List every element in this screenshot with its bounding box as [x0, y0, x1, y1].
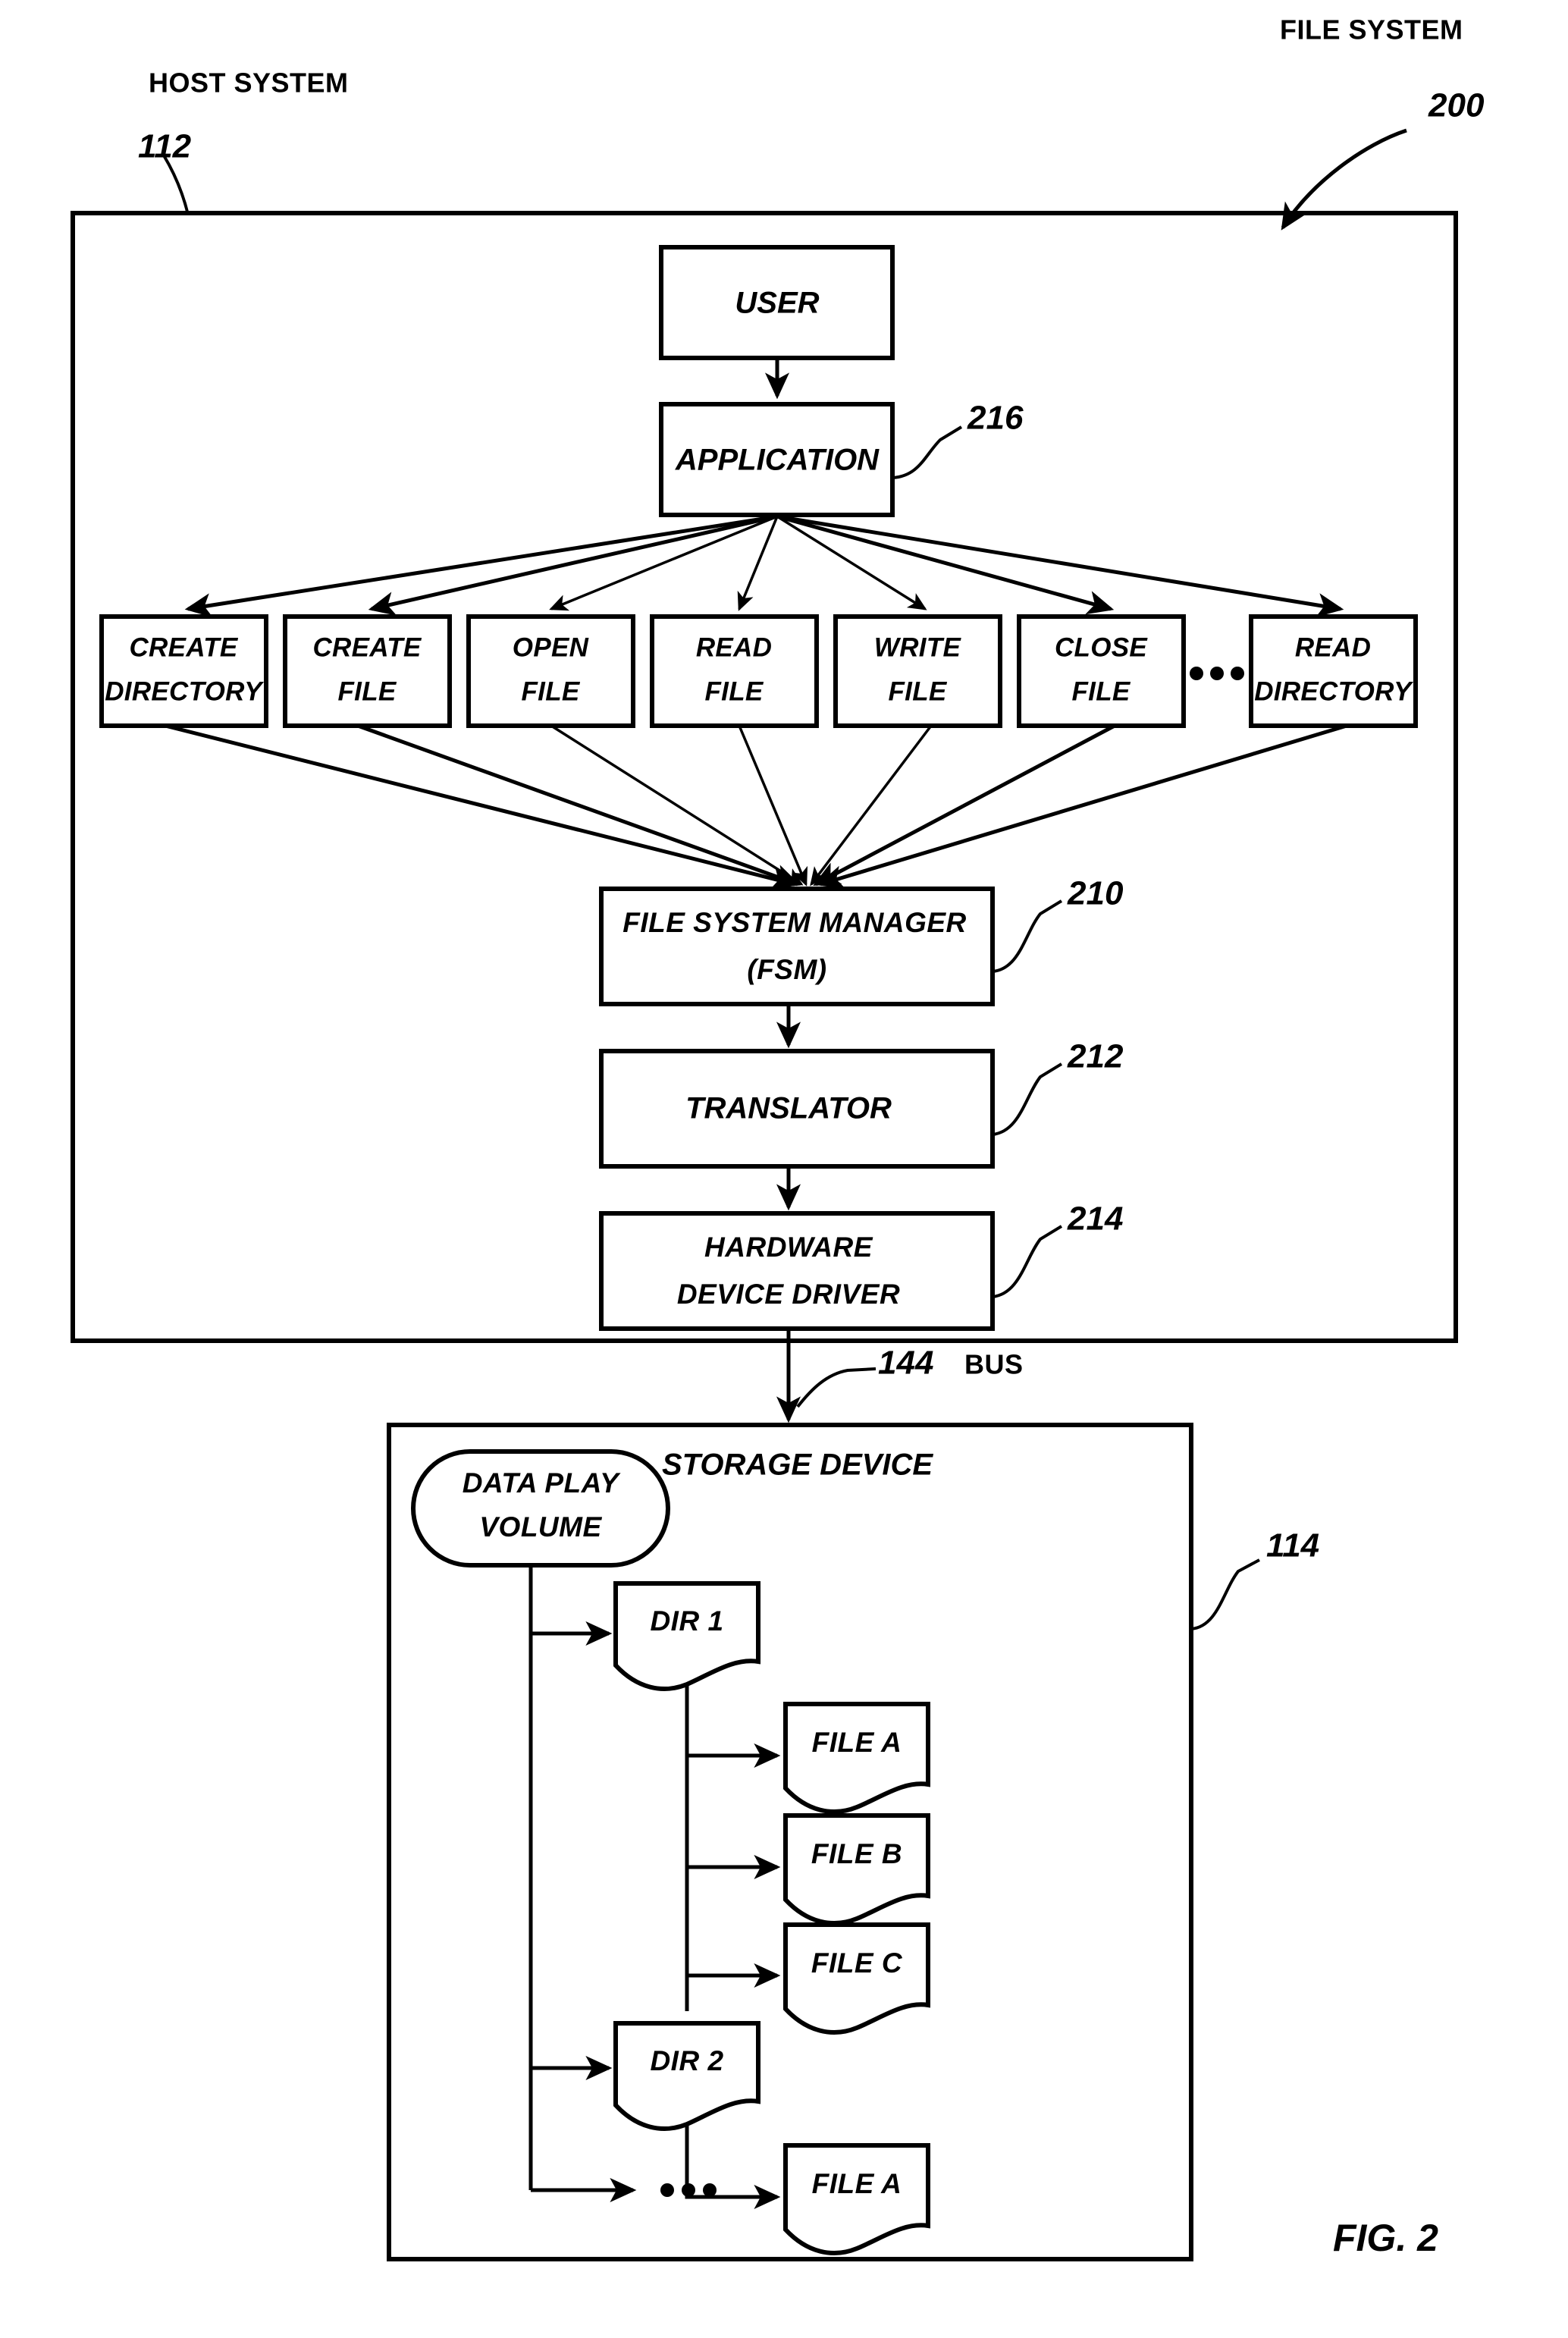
leader-214 — [992, 1225, 1063, 1298]
operations-ellipsis-dots — [1190, 667, 1244, 680]
ref-216: 216 — [967, 400, 1024, 437]
leader-210 — [992, 899, 1063, 973]
ref-210: 210 — [1067, 875, 1124, 912]
operation-label-create-file-line1: CREATE — [312, 632, 422, 662]
host-system-boundary — [71, 211, 1458, 1343]
ref-144: 144 — [878, 1345, 933, 1382]
ref-112: 112 — [138, 128, 192, 165]
operation-label-read-directory-line2: DIRECTORY — [1254, 676, 1413, 706]
file-a-2-label: FILE A — [812, 2168, 902, 2199]
translator-label: TRANSLATOR — [685, 1092, 892, 1125]
application-box-label: APPLICATION — [675, 444, 880, 477]
tree-ellipsis-dots — [660, 2183, 717, 2197]
leader-212 — [992, 1062, 1063, 1136]
dir2-label: DIR 2 — [650, 2045, 723, 2076]
ref-200: 200 — [1428, 87, 1485, 124]
operation-label-close-file-line2: FILE — [1071, 676, 1131, 706]
operation-label-read-file-line1: READ — [696, 632, 772, 662]
bus-label: BUS — [964, 1349, 1024, 1380]
fsm-label-line1: FILE SYSTEM MANAGER — [622, 907, 967, 938]
fsm-label-line2: (FSM) — [747, 954, 826, 985]
operation-label-open-file-line2: FILE — [521, 676, 580, 706]
figure-diagram-canvas: FILE SYSTEM HOST SYSTEM 200 112 USER APP… — [71, 14, 1485, 2261]
leader-144 — [796, 1367, 877, 1408]
operation-label-read-file-line2: FILE — [704, 676, 764, 706]
ref-114: 114 — [1266, 1527, 1319, 1564]
dir1-label: DIR 1 — [650, 1605, 723, 1637]
file-c-node — [783, 1922, 930, 2035]
driver-label-line2: DEVICE DRIVER — [677, 1279, 900, 1310]
host-system-heading: HOST SYSTEM — [149, 67, 349, 99]
file-a-label: FILE A — [812, 1727, 902, 1758]
file-system-heading: FILE SYSTEM — [1280, 14, 1463, 46]
driver-label-line1: HARDWARE — [704, 1232, 873, 1263]
operation-label-close-file-line1: CLOSE — [1055, 632, 1148, 662]
file-a-node — [783, 1702, 930, 1814]
file-b-node — [783, 1813, 930, 1925]
application-to-operations-arrows — [184, 514, 1344, 618]
ref-212: 212 — [1067, 1038, 1124, 1075]
operation-label-open-file-line1: OPEN — [513, 632, 589, 662]
ref-214: 214 — [1067, 1200, 1123, 1238]
patent-figure-2: FILE SYSTEM HOST SYSTEM 200 112 USER APP… — [0, 0, 1568, 2338]
operation-label-create-file-line2: FILE — [337, 676, 397, 706]
operation-label-read-directory-line1: READ — [1295, 632, 1371, 662]
data-play-volume-label-line2: VOLUME — [479, 1511, 602, 1542]
file-b-label: FILE B — [811, 1838, 902, 1869]
file-a-2-node — [783, 2143, 930, 2255]
figure-label: FIG. 2 — [1333, 2217, 1438, 2259]
operation-label-write-file-line1: WRITE — [874, 632, 962, 662]
operation-label-create-directory-line2: DIRECTORY — [105, 676, 264, 706]
user-box-label: USER — [735, 287, 819, 320]
file-c-label: FILE C — [811, 1947, 903, 1979]
leader-216 — [892, 425, 963, 479]
leader-114 — [1190, 1558, 1260, 1630]
branch-dir2-to-file-a — [685, 2125, 781, 2210]
operation-label-create-directory-line1: CREATE — [129, 632, 238, 662]
data-play-volume-label-line1: DATA PLAY — [463, 1467, 621, 1499]
operation-label-write-file-line2: FILE — [888, 676, 947, 706]
operations-to-fsm-arrows — [165, 723, 1347, 891]
storage-device-title: STORAGE DEVICE — [662, 1448, 933, 1482]
